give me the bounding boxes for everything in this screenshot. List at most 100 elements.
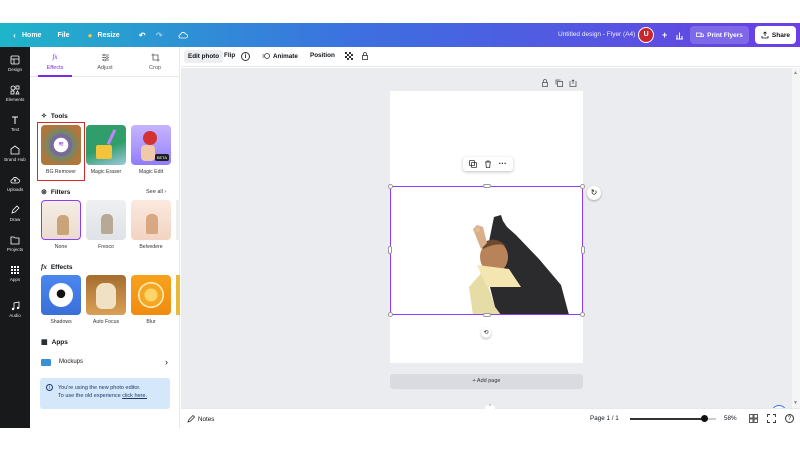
info-button[interactable]: i — [241, 52, 250, 61]
effect-auto-focus[interactable] — [86, 275, 126, 315]
lock-button[interactable] — [361, 52, 369, 60]
analytics-icon[interactable] — [675, 31, 684, 40]
rail-item-audio[interactable]: Audio — [0, 301, 30, 318]
rail-item-apps[interactable]: Apps — [0, 265, 30, 282]
duplicate-page-icon[interactable] — [555, 79, 563, 87]
rail-item-projects[interactable]: Projects — [0, 235, 30, 252]
tool-label: Magic Eraser — [90, 169, 122, 175]
tool-bg-remover[interactable]: ≋ — [41, 125, 81, 165]
animate-icon — [262, 53, 270, 59]
home-button[interactable]: ‹ Home — [10, 31, 41, 40]
rotate-icon: ⟲ — [483, 330, 489, 336]
page-indicator[interactable]: Page 1 / 1 — [590, 415, 619, 422]
flip-button[interactable]: Flip — [224, 52, 235, 59]
bottom-bar: Notes ⌃ Page 1 / 1 58% ? — [181, 405, 800, 428]
vertical-scrollbar[interactable]: ▲ ▼ — [792, 68, 800, 408]
position-label: Position — [310, 52, 335, 59]
resize-handle-bottom-left[interactable] — [388, 312, 393, 317]
copy-icon[interactable] — [469, 160, 478, 168]
tool-magic-edit[interactable]: BETA — [131, 125, 171, 165]
document-title[interactable]: Untitled design - Flyer (A4) — [558, 31, 635, 38]
filter-none[interactable] — [41, 200, 81, 240]
tool-magic-eraser[interactable] — [86, 125, 126, 165]
selected-photo[interactable] — [390, 186, 583, 315]
zoom-slider-thumb[interactable] — [701, 415, 708, 422]
tab-adjust[interactable]: Adjust — [80, 53, 130, 71]
file-menu-button[interactable]: File — [57, 32, 69, 39]
rail-item-elements[interactable]: Elements — [0, 85, 30, 102]
apps-heading: ▦ Apps — [41, 338, 68, 347]
resize-handle-left[interactable] — [388, 246, 392, 254]
rail-item-design[interactable]: Design — [0, 55, 30, 72]
effect-label: Shadows — [50, 319, 72, 325]
mockups-label: Mockups — [59, 359, 84, 365]
edit-photo-button[interactable]: Edit photo — [184, 50, 224, 63]
share-button[interactable]: Share — [754, 26, 796, 44]
add-page-icon[interactable] — [569, 79, 577, 87]
design-icon — [10, 55, 20, 65]
old-experience-link[interactable]: click here. — [122, 393, 147, 399]
mockups-row[interactable]: Mockups › — [41, 356, 171, 368]
bg-remover-icon: ≋ — [55, 139, 67, 151]
add-page-button[interactable]: + Add page — [390, 374, 583, 389]
plus-icon[interactable]: + — [660, 30, 669, 40]
rotate-handle[interactable]: ⟲ — [481, 328, 491, 338]
effect-shadows[interactable] — [41, 275, 81, 315]
see-all-filters-link[interactable]: See all › — [146, 189, 166, 195]
flower-graphic — [143, 131, 157, 145]
rail-label: Brand Hub — [4, 157, 26, 162]
scroll-up-arrow[interactable]: ▲ — [793, 70, 798, 76]
photo-subject — [146, 214, 158, 234]
position-button[interactable]: Position — [310, 52, 335, 59]
undo-button[interactable]: ↶ — [138, 31, 147, 40]
hand-graphic — [141, 145, 155, 161]
more-options-icon[interactable]: ··· — [499, 160, 507, 168]
rail-item-brand-hub[interactable]: Brand Hub — [0, 145, 30, 162]
filter-label: Belvedere — [139, 244, 163, 250]
tab-effects[interactable]: fx Effects — [30, 53, 80, 71]
page-tools — [541, 79, 577, 87]
trash-icon[interactable] — [484, 160, 492, 168]
rail-label: Apps — [9, 277, 21, 282]
resize-handle-top-right[interactable] — [580, 184, 585, 189]
dog-graphic — [96, 283, 116, 309]
fx-icon: fx — [52, 53, 58, 61]
resize-handle-bottom[interactable] — [483, 313, 491, 317]
expand-icon — [767, 414, 776, 423]
effect-blur[interactable] — [131, 275, 171, 315]
effects-heading: fx Effects — [41, 263, 73, 271]
rail-label: Projects — [6, 247, 24, 252]
cloud-save-button[interactable] — [178, 31, 188, 39]
collapse-notes-handle[interactable]: ⌃ — [485, 405, 495, 410]
notes-button[interactable]: Notes — [187, 415, 214, 423]
rail-item-text[interactable]: Text — [0, 115, 30, 132]
tab-crop[interactable]: Crop — [130, 53, 180, 71]
chevron-right-icon: › — [164, 189, 167, 195]
animate-button[interactable]: Animate — [262, 52, 298, 60]
scroll-down-arrow[interactable]: ▼ — [793, 400, 798, 406]
rail-item-uploads[interactable]: Uploads — [0, 175, 30, 192]
filter-belvedere[interactable] — [131, 200, 171, 240]
resize-handle-top[interactable] — [483, 184, 491, 188]
help-button[interactable]: ? — [785, 414, 794, 423]
rail-item-draw[interactable]: Draw — [0, 205, 30, 222]
crown-icon: ● — [87, 30, 93, 40]
chevron-left-icon: ‹ — [13, 30, 16, 40]
zoom-slider[interactable] — [630, 415, 716, 422]
truck-icon — [696, 32, 705, 37]
lock-icon[interactable] — [541, 79, 549, 87]
fullscreen-button[interactable] — [767, 414, 776, 425]
filter-fresco[interactable] — [86, 200, 126, 240]
resize-handle-bottom-right[interactable] — [580, 312, 585, 317]
refresh-suggestions-button[interactable]: ↻ — [587, 186, 601, 200]
avatar[interactable]: U — [638, 27, 655, 43]
resize-handle-right[interactable] — [581, 246, 585, 254]
pages-view-button[interactable] — [749, 414, 758, 425]
resize-button[interactable]: ● Resize — [86, 31, 120, 40]
transparency-button[interactable] — [345, 52, 353, 60]
redo-button[interactable]: ↷ — [155, 31, 164, 40]
print-flyers-button[interactable]: Print Flyers — [690, 26, 749, 44]
zoom-level[interactable]: 58% — [724, 415, 737, 422]
resize-handle-top-left[interactable] — [388, 184, 393, 189]
notice-line-1: You're using the new photo editor. — [58, 385, 141, 391]
